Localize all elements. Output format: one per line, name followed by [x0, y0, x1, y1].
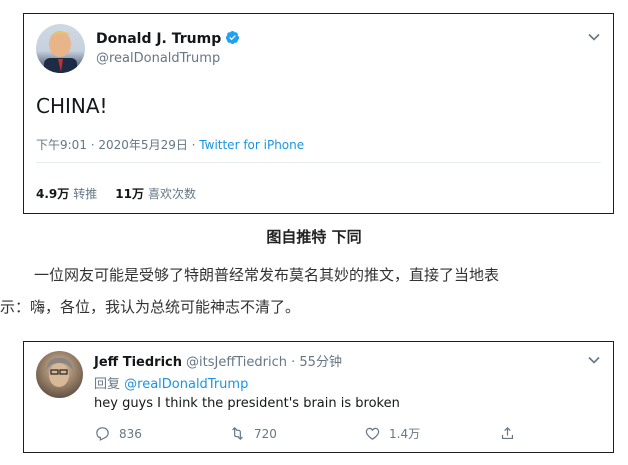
tweet-card-trump: Donald J. Trump @realDonaldTrump CHINA! … — [23, 13, 614, 214]
paragraph-line-2: 示：嗨，各位，我认为总统可能神志不清了。 — [0, 298, 301, 316]
retweet-count: 720 — [254, 426, 277, 441]
paragraph-line-1: 一位网友可能是受够了特朗普经常发布莫名其妙的推文，直接了当地表 — [34, 266, 500, 284]
share-button[interactable] — [499, 425, 524, 442]
likes-label: 喜欢次数 — [147, 187, 196, 201]
reply-count: 836 — [119, 426, 142, 441]
verified-badge-icon — [226, 30, 240, 45]
display-name[interactable]: Jeff Tiedrich — [94, 355, 182, 370]
tweet-header: Jeff Tiedrich @itsJeffTiedrich · 55分钟 — [94, 351, 342, 370]
share-icon — [501, 426, 514, 440]
handle-and-time[interactable]: @itsJeffTiedrich · 55分钟 — [186, 355, 342, 370]
display-name-text[interactable]: Donald J. Trump — [96, 31, 221, 47]
retweet-icon — [232, 426, 243, 441]
retweet-button[interactable]: 720 — [229, 425, 277, 442]
display-name[interactable]: Donald J. Trump — [96, 30, 240, 47]
chevron-down-icon[interactable] — [587, 353, 601, 367]
avatar[interactable] — [36, 351, 83, 398]
like-button[interactable]: 1.4万 — [364, 425, 420, 442]
handle[interactable]: @realDonaldTrump — [96, 51, 220, 66]
tweet-card-reply: Jeff Tiedrich @itsJeffTiedrich · 55分钟 回复 … — [23, 341, 614, 453]
tweet-actions: 836 720 1.4万 — [94, 425, 574, 443]
tweet-stats: 4.9万 转推 11万 喜欢次数 — [36, 185, 196, 202]
avatar[interactable] — [36, 24, 85, 73]
tweet-time[interactable]: 下午9:01 · 2020年5月29日 · — [36, 138, 199, 152]
avatar-portrait-icon — [44, 31, 77, 73]
reply-icon — [96, 427, 109, 441]
retweets-count: 4.9万 — [36, 187, 70, 201]
likes-stat[interactable]: 11万 喜欢次数 — [115, 187, 196, 201]
tweet-text: hey guys I think the president's brain i… — [94, 396, 400, 411]
heart-icon — [365, 427, 380, 440]
likes-count: 11万 — [115, 187, 144, 201]
retweets-label: 转推 — [73, 187, 98, 201]
tweet-text: CHINA! — [36, 94, 108, 118]
tweet-timestamp: 下午9:01 · 2020年5月29日 · Twitter for iPhone — [36, 136, 304, 153]
reply-mention-link[interactable]: @realDonaldTrump — [124, 377, 248, 392]
reply-prefix: 回复 — [94, 377, 125, 392]
retweets-stat[interactable]: 4.9万 转推 — [36, 187, 97, 201]
divider — [36, 162, 601, 163]
reply-context: 回复 @realDonaldTrump — [94, 373, 248, 392]
like-count: 1.4万 — [389, 427, 421, 441]
chevron-down-icon[interactable] — [587, 30, 601, 44]
tweet-source-link[interactable]: Twitter for iPhone — [199, 138, 304, 152]
reply-button[interactable]: 836 — [94, 425, 142, 442]
image-caption: 图自推特 下同 — [266, 228, 362, 246]
avatar-portrait-icon — [46, 357, 73, 387]
